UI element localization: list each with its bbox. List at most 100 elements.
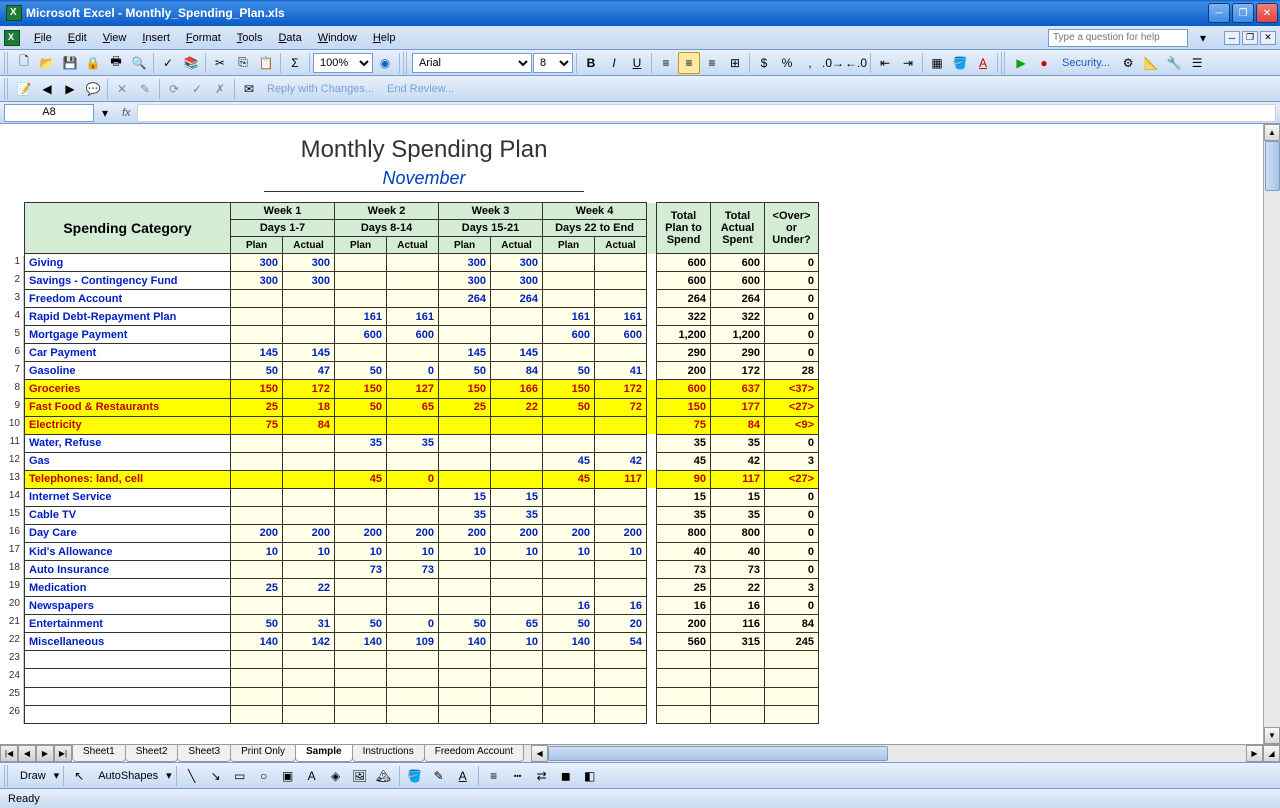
table-row[interactable]: Water, Refuse353535350	[25, 434, 819, 452]
increase-indent-icon[interactable]: ⇥	[897, 52, 919, 74]
font-name-combo[interactable]: Arial	[412, 53, 532, 73]
row-number[interactable]: 2	[4, 274, 24, 292]
row-number[interactable]: 10	[4, 418, 24, 436]
toolbar-handle[interactable]	[4, 52, 10, 74]
picture-icon[interactable]: 🏔	[373, 765, 395, 787]
font-color-icon[interactable]: A	[972, 52, 994, 74]
row-number[interactable]: 23	[4, 652, 24, 670]
align-right-icon[interactable]: ≡	[701, 52, 723, 74]
scroll-down-icon[interactable]: ▼	[1264, 727, 1280, 744]
decrease-indent-icon[interactable]: ⇤	[874, 52, 896, 74]
line-style-icon[interactable]: ≡	[483, 765, 505, 787]
select-objects-icon[interactable]: ↖	[68, 765, 90, 787]
horizontal-scrollbar[interactable]: ◀ ▶ ◢	[531, 745, 1280, 762]
menu-insert[interactable]: Insert	[134, 30, 178, 46]
row-number[interactable]: 4	[4, 310, 24, 328]
row-number[interactable]: 7	[4, 364, 24, 382]
tab-prev-icon[interactable]: ◀	[18, 745, 36, 762]
table-row[interactable]: Cable TV353535350	[25, 506, 819, 524]
row-number[interactable]: 6	[4, 346, 24, 364]
row-number[interactable]: 24	[4, 670, 24, 688]
row-number[interactable]: 21	[4, 616, 24, 634]
increase-decimal-icon[interactable]: .0→	[822, 52, 844, 74]
sheet-tab-sheet1[interactable]: Sheet1	[72, 745, 126, 762]
row-number[interactable]: 9	[4, 400, 24, 418]
arrow-style-icon[interactable]: ⇄	[531, 765, 553, 787]
spelling-icon[interactable]: ✓	[157, 52, 179, 74]
sheet-tab-sheet3[interactable]: Sheet3	[177, 745, 231, 762]
bold-icon[interactable]: B	[580, 52, 602, 74]
new-icon[interactable]: 🗋	[13, 52, 35, 74]
font-color-draw-icon[interactable]: A	[452, 765, 474, 787]
shadow-icon[interactable]: ◼	[555, 765, 577, 787]
fill-color-icon[interactable]: 🪣	[949, 52, 971, 74]
close-button[interactable]: ✕	[1256, 3, 1278, 23]
table-row[interactable]: Freedom Account2642642642640	[25, 290, 819, 308]
row-number[interactable]: 3	[4, 292, 24, 310]
save-icon[interactable]: 💾	[59, 52, 81, 74]
show-comment-icon[interactable]: 💬	[82, 78, 104, 100]
doc-close-button[interactable]: ✕	[1260, 31, 1276, 45]
row-number[interactable]: 8	[4, 382, 24, 400]
row-number[interactable]: 11	[4, 436, 24, 454]
row-number[interactable]: 13	[4, 472, 24, 490]
row-number[interactable]: 20	[4, 598, 24, 616]
tab-last-icon[interactable]: ▶|	[54, 745, 72, 762]
name-box[interactable]: A8	[4, 104, 94, 122]
table-row[interactable]: Rapid Debt-Repayment Plan161161161161322…	[25, 308, 819, 326]
research-icon[interactable]: 📚	[180, 52, 202, 74]
sheet-tab-sheet2[interactable]: Sheet2	[125, 745, 179, 762]
sheet-tab-instructions[interactable]: Instructions	[352, 745, 425, 762]
borders-icon[interactable]: ▦	[926, 52, 948, 74]
table-row[interactable]: Internet Service151515150	[25, 488, 819, 506]
print-icon[interactable]: 🖶	[105, 52, 127, 74]
sheet-tab-print-only[interactable]: Print Only	[230, 745, 296, 762]
table-row[interactable]: Giving3003003003006006000	[25, 254, 819, 272]
line-icon[interactable]: ╲	[181, 765, 203, 787]
table-row[interactable]: Mortgage Payment6006006006001,2001,2000	[25, 326, 819, 344]
row-number[interactable]: 15	[4, 508, 24, 526]
font-size-combo[interactable]: 8	[533, 53, 573, 73]
row-number[interactable]: 19	[4, 580, 24, 598]
reply-changes-link[interactable]: Reply with Changes...	[261, 83, 380, 95]
send-mail-icon[interactable]: ✉	[238, 78, 260, 100]
track-changes-icon[interactable]: ⟳	[163, 78, 185, 100]
table-row[interactable]: Kid's Allowance101010101010101040400	[25, 543, 819, 561]
clipart-icon[interactable]: 🖼	[349, 765, 371, 787]
row-number[interactable]: 16	[4, 526, 24, 544]
minimize-button[interactable]: ─	[1208, 3, 1230, 23]
3d-icon[interactable]: ◧	[579, 765, 601, 787]
percent-icon[interactable]: %	[776, 52, 798, 74]
scroll-up-icon[interactable]: ▲	[1264, 124, 1280, 141]
table-row[interactable]: Miscellaneous140142140109140101405456031…	[25, 633, 819, 651]
toolbar-handle-2[interactable]	[403, 52, 409, 74]
menu-help[interactable]: Help	[365, 30, 404, 46]
align-left-icon[interactable]: ≡	[655, 52, 677, 74]
print-preview-icon[interactable]: 🔍	[128, 52, 150, 74]
permission-icon[interactable]: 🔒	[82, 52, 104, 74]
hscroll-right-icon[interactable]: ▶	[1246, 745, 1263, 762]
table-row[interactable]: Groceries150172150127150166150172600637<…	[25, 380, 819, 398]
textbox-icon[interactable]: ▣	[277, 765, 299, 787]
oval-icon[interactable]: ○	[253, 765, 275, 787]
vertical-scrollbar[interactable]: ▲ ▼	[1263, 124, 1280, 744]
autosum-icon[interactable]: Σ	[284, 52, 306, 74]
formula-input[interactable]	[137, 104, 1276, 122]
table-row[interactable]: Auto Insurance737373730	[25, 561, 819, 579]
row-number[interactable]: 22	[4, 634, 24, 652]
table-row[interactable]: Entertainment50315005065502020011684	[25, 615, 819, 633]
rectangle-icon[interactable]: ▭	[229, 765, 251, 787]
menu-data[interactable]: Data	[270, 30, 309, 46]
wordart-icon[interactable]: A	[301, 765, 323, 787]
controls-icon[interactable]: 🔧	[1163, 52, 1185, 74]
table-row[interactable]	[25, 687, 819, 705]
new-comment-icon[interactable]: 📝	[13, 78, 35, 100]
draw-menu[interactable]: Draw	[14, 770, 52, 782]
table-row[interactable]: Medication252225223	[25, 579, 819, 597]
row-number[interactable]: 5	[4, 328, 24, 346]
hscroll-left-icon[interactable]: ◀	[531, 745, 548, 762]
open-icon[interactable]: 📂	[36, 52, 58, 74]
row-number[interactable]: 1	[4, 256, 24, 274]
table-row[interactable]: Fast Food & Restaurants25185065252250721…	[25, 398, 819, 416]
scroll-thumb[interactable]	[1265, 141, 1280, 191]
